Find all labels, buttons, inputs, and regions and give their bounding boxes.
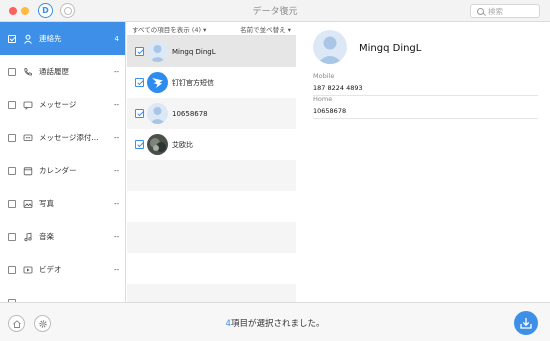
mobile-value: 187 8224 4893 — [313, 84, 363, 92]
video-icon — [23, 265, 33, 275]
default-avatar-icon — [313, 30, 347, 64]
selection-status: 4項目が選択されました。 — [0, 317, 550, 329]
photo-icon — [23, 199, 33, 209]
sort-label: 名前で並べ替え — [240, 25, 286, 34]
category-checkbox[interactable] — [8, 199, 16, 208]
sidebar-item-count: -- — [113, 232, 119, 241]
title-bar: D データ復元 検索 — [0, 0, 550, 22]
sidebar-item-calendar[interactable]: カレンダー -- — [0, 154, 125, 187]
category-checkbox[interactable] — [8, 34, 16, 43]
contact-name: 艾欧比 — [172, 140, 193, 149]
empty-row — [127, 253, 296, 284]
divider — [313, 95, 538, 96]
empty-row — [127, 191, 296, 222]
bottom-bar: 4項目が選択されました。 — [0, 302, 550, 341]
sidebar-item-count: -- — [113, 133, 119, 142]
sort-dropdown[interactable]: 名前で並べ替え ▾ — [240, 24, 291, 34]
download-icon — [520, 318, 532, 329]
sidebar-item-label: 通話履歴 — [39, 67, 69, 76]
music-icon — [23, 232, 33, 242]
attachment-icon — [23, 133, 33, 143]
filter-dropdown[interactable]: すべての項目を表示 (4) ▾ — [132, 24, 206, 34]
row-checkbox[interactable] — [135, 109, 144, 118]
sidebar-item-count: -- — [113, 199, 119, 208]
sidebar-item-messages[interactable]: メッセージ -- — [0, 88, 125, 121]
contact-detail-panel: Mingq DingL Mobile 187 8224 4893 Home 10… — [297, 22, 550, 302]
contact-name: 10658678 — [172, 109, 208, 118]
sidebar-item-count: -- — [113, 100, 119, 109]
search-placeholder: 検索 — [488, 6, 503, 16]
message-icon — [23, 100, 33, 110]
sidebar-item-count: -- — [113, 166, 119, 175]
sidebar-item-label: 音楽 — [39, 232, 54, 241]
list-item[interactable]: Mingq DingL — [127, 36, 296, 67]
empty-row — [127, 160, 296, 191]
contact-name: Mingq DingL — [172, 47, 216, 56]
sidebar-item-contacts[interactable]: 連絡先 4 — [0, 22, 125, 55]
mobile-label: Mobile — [313, 72, 335, 80]
category-checkbox[interactable] — [8, 100, 16, 109]
contact-detail-name: Mingq DingL — [359, 43, 422, 54]
sidebar-item-call-history[interactable]: 通話履歴 -- — [0, 55, 125, 88]
category-sidebar: 連絡先 4 通話履歴 -- メッセージ -- メッセージ添付... -- カレン… — [0, 22, 126, 302]
category-checkbox[interactable] — [8, 67, 16, 76]
sidebar-item-video[interactable]: ビデオ -- — [0, 253, 125, 286]
home-value: 10658678 — [313, 107, 347, 115]
sidebar-item-label: 写真 — [39, 199, 54, 208]
selection-text: 項目が選択されました。 — [230, 319, 325, 329]
category-checkbox[interactable] — [8, 265, 16, 274]
sidebar-item-label: メッセージ — [39, 100, 77, 109]
export-button[interactable] — [514, 311, 538, 335]
sidebar-item-count: -- — [113, 67, 119, 76]
row-checkbox[interactable] — [135, 78, 144, 87]
sidebar-item-partial[interactable] — [0, 286, 125, 302]
sidebar-item-label: ビデオ — [39, 265, 62, 274]
list-item[interactable]: 艾欧比 — [127, 129, 296, 160]
sidebar-item-label: カレンダー — [39, 166, 77, 175]
sidebar-item-count: 4 — [114, 34, 119, 43]
sidebar-item-photos[interactable]: 写真 -- — [0, 187, 125, 220]
empty-row — [127, 222, 296, 253]
calendar-icon — [23, 166, 33, 176]
category-checkbox[interactable] — [8, 166, 16, 175]
list-item[interactable]: 钉钉官方短信 — [127, 67, 296, 98]
window-title: データ復元 — [252, 7, 298, 17]
default-avatar-icon — [147, 41, 168, 62]
home-label: Home — [313, 95, 333, 103]
divider — [313, 118, 538, 119]
row-checkbox[interactable] — [135, 47, 144, 56]
sidebar-item-message-attachments[interactable]: メッセージ添付... -- — [0, 121, 125, 154]
default-avatar-icon — [147, 103, 168, 124]
list-header: すべての項目を表示 (4) ▾ 名前で並べ替え ▾ — [127, 22, 296, 36]
filter-label: すべての項目を表示 (4) — [132, 25, 202, 34]
category-checkbox[interactable] — [8, 232, 16, 241]
row-checkbox[interactable] — [135, 140, 144, 149]
sidebar-item-music[interactable]: 音楽 -- — [0, 220, 125, 253]
sidebar-item-label: 連絡先 — [39, 34, 62, 43]
contact-list-panel: すべての項目を表示 (4) ▾ 名前で並べ替え ▾ Mingq DingL 钉钉… — [127, 22, 296, 315]
sidebar-item-count: -- — [113, 265, 119, 274]
dingtalk-logo-icon — [147, 72, 168, 93]
phone-icon — [23, 67, 33, 77]
search-icon — [477, 7, 484, 15]
contact-name: 钉钉官方短信 — [172, 78, 214, 87]
person-icon — [23, 34, 33, 44]
list-item[interactable]: 10658678 — [127, 98, 296, 129]
sidebar-item-label: メッセージ添付... — [39, 133, 99, 142]
photo-avatar-icon — [147, 134, 168, 155]
search-input[interactable]: 検索 — [470, 4, 540, 18]
category-checkbox[interactable] — [8, 133, 16, 142]
